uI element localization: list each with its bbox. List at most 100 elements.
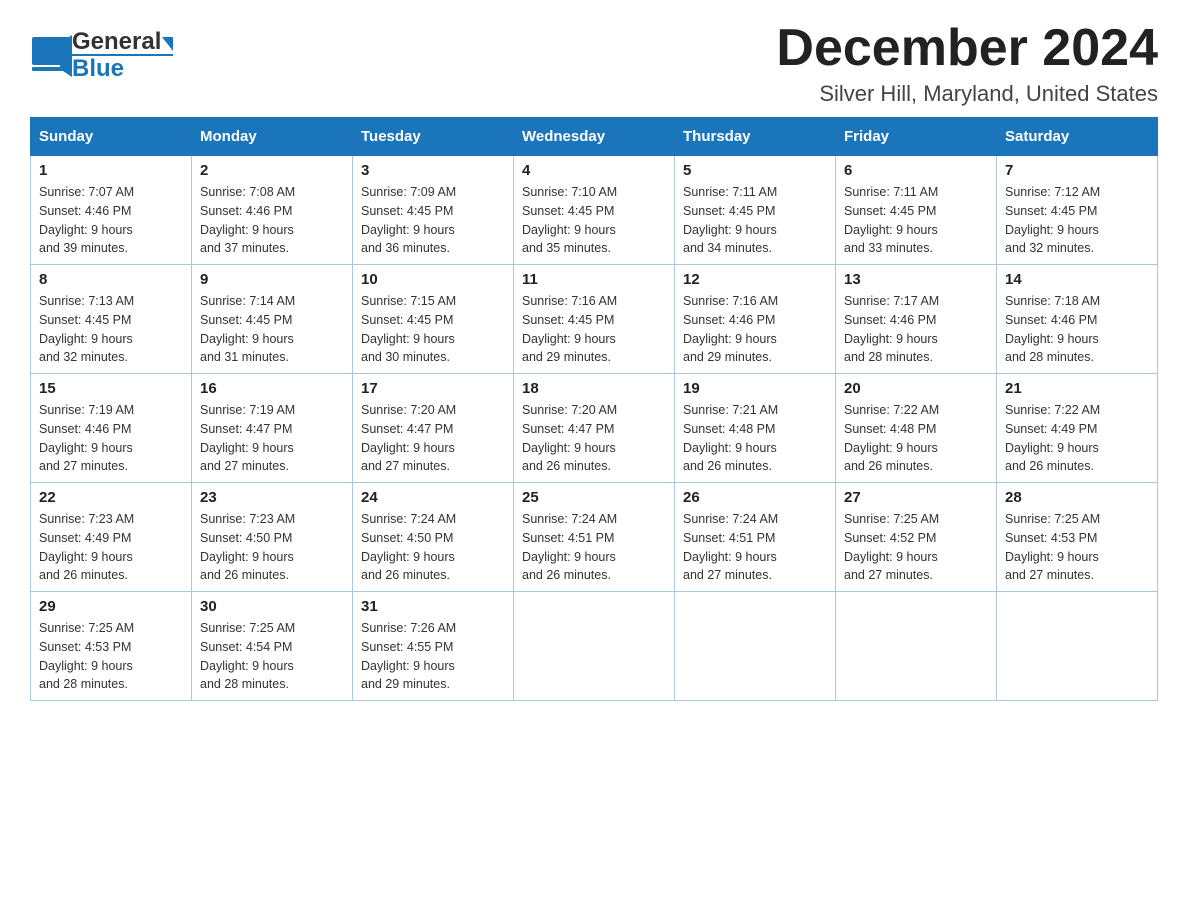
day-number: 27 <box>844 489 988 506</box>
day-info: Sunrise: 7:23 AM Sunset: 4:49 PM Dayligh… <box>39 510 183 585</box>
day-number: 29 <box>39 598 183 615</box>
day-info: Sunrise: 7:25 AM Sunset: 4:54 PM Dayligh… <box>200 619 344 694</box>
day-number: 2 <box>200 162 344 179</box>
day-number: 11 <box>522 271 666 288</box>
day-info: Sunrise: 7:25 AM Sunset: 4:53 PM Dayligh… <box>1005 510 1149 585</box>
day-number: 30 <box>200 598 344 615</box>
table-row: 23 Sunrise: 7:23 AM Sunset: 4:50 PM Dayl… <box>192 483 353 592</box>
day-number: 4 <box>522 162 666 179</box>
day-number: 6 <box>844 162 988 179</box>
table-row: 19 Sunrise: 7:21 AM Sunset: 4:48 PM Dayl… <box>675 374 836 483</box>
day-info: Sunrise: 7:14 AM Sunset: 4:45 PM Dayligh… <box>200 292 344 367</box>
day-number: 19 <box>683 380 827 397</box>
day-number: 21 <box>1005 380 1149 397</box>
day-info: Sunrise: 7:11 AM Sunset: 4:45 PM Dayligh… <box>844 183 988 258</box>
table-row: 11 Sunrise: 7:16 AM Sunset: 4:45 PM Dayl… <box>514 265 675 374</box>
logo-blue: Blue <box>72 54 173 81</box>
calendar-week-row: 15 Sunrise: 7:19 AM Sunset: 4:46 PM Dayl… <box>31 374 1158 483</box>
day-number: 5 <box>683 162 827 179</box>
day-number: 16 <box>200 380 344 397</box>
day-info: Sunrise: 7:15 AM Sunset: 4:45 PM Dayligh… <box>361 292 505 367</box>
day-number: 8 <box>39 271 183 288</box>
day-number: 26 <box>683 489 827 506</box>
table-row: 17 Sunrise: 7:20 AM Sunset: 4:47 PM Dayl… <box>353 374 514 483</box>
day-info: Sunrise: 7:16 AM Sunset: 4:45 PM Dayligh… <box>522 292 666 367</box>
calendar-week-row: 29 Sunrise: 7:25 AM Sunset: 4:53 PM Dayl… <box>31 592 1158 701</box>
logo-triangle <box>162 37 173 51</box>
day-info: Sunrise: 7:09 AM Sunset: 4:45 PM Dayligh… <box>361 183 505 258</box>
table-row: 2 Sunrise: 7:08 AM Sunset: 4:46 PM Dayli… <box>192 156 353 265</box>
day-number: 15 <box>39 380 183 397</box>
day-info: Sunrise: 7:20 AM Sunset: 4:47 PM Dayligh… <box>361 401 505 476</box>
day-info: Sunrise: 7:19 AM Sunset: 4:46 PM Dayligh… <box>39 401 183 476</box>
day-info: Sunrise: 7:20 AM Sunset: 4:47 PM Dayligh… <box>522 401 666 476</box>
header-sunday: Sunday <box>31 118 192 156</box>
table-row: 10 Sunrise: 7:15 AM Sunset: 4:45 PM Dayl… <box>353 265 514 374</box>
day-info: Sunrise: 7:23 AM Sunset: 4:50 PM Dayligh… <box>200 510 344 585</box>
day-number: 10 <box>361 271 505 288</box>
day-info: Sunrise: 7:19 AM Sunset: 4:47 PM Dayligh… <box>200 401 344 476</box>
table-row: 28 Sunrise: 7:25 AM Sunset: 4:53 PM Dayl… <box>997 483 1158 592</box>
table-row <box>514 592 675 701</box>
table-row: 15 Sunrise: 7:19 AM Sunset: 4:46 PM Dayl… <box>31 374 192 483</box>
day-info: Sunrise: 7:11 AM Sunset: 4:45 PM Dayligh… <box>683 183 827 258</box>
day-info: Sunrise: 7:10 AM Sunset: 4:45 PM Dayligh… <box>522 183 666 258</box>
table-row: 26 Sunrise: 7:24 AM Sunset: 4:51 PM Dayl… <box>675 483 836 592</box>
day-number: 18 <box>522 380 666 397</box>
day-info: Sunrise: 7:22 AM Sunset: 4:49 PM Dayligh… <box>1005 401 1149 476</box>
header-monday: Monday <box>192 118 353 156</box>
day-number: 13 <box>844 271 988 288</box>
table-row: 13 Sunrise: 7:17 AM Sunset: 4:46 PM Dayl… <box>836 265 997 374</box>
table-row: 29 Sunrise: 7:25 AM Sunset: 4:53 PM Dayl… <box>31 592 192 701</box>
day-info: Sunrise: 7:17 AM Sunset: 4:46 PM Dayligh… <box>844 292 988 367</box>
day-number: 20 <box>844 380 988 397</box>
day-info: Sunrise: 7:08 AM Sunset: 4:46 PM Dayligh… <box>200 183 344 258</box>
day-number: 25 <box>522 489 666 506</box>
table-row: 30 Sunrise: 7:25 AM Sunset: 4:54 PM Dayl… <box>192 592 353 701</box>
table-row: 20 Sunrise: 7:22 AM Sunset: 4:48 PM Dayl… <box>836 374 997 483</box>
day-info: Sunrise: 7:16 AM Sunset: 4:46 PM Dayligh… <box>683 292 827 367</box>
logo[interactable]: General Blue <box>30 30 173 81</box>
calendar-table: Sunday Monday Tuesday Wednesday Thursday… <box>30 117 1158 701</box>
day-info: Sunrise: 7:18 AM Sunset: 4:46 PM Dayligh… <box>1005 292 1149 367</box>
day-number: 12 <box>683 271 827 288</box>
day-number: 14 <box>1005 271 1149 288</box>
day-number: 22 <box>39 489 183 506</box>
day-info: Sunrise: 7:21 AM Sunset: 4:48 PM Dayligh… <box>683 401 827 476</box>
month-title: December 2024 <box>776 20 1158 77</box>
day-number: 23 <box>200 489 344 506</box>
table-row: 18 Sunrise: 7:20 AM Sunset: 4:47 PM Dayl… <box>514 374 675 483</box>
table-row: 9 Sunrise: 7:14 AM Sunset: 4:45 PM Dayli… <box>192 265 353 374</box>
table-row: 12 Sunrise: 7:16 AM Sunset: 4:46 PM Dayl… <box>675 265 836 374</box>
table-row: 21 Sunrise: 7:22 AM Sunset: 4:49 PM Dayl… <box>997 374 1158 483</box>
calendar-week-row: 1 Sunrise: 7:07 AM Sunset: 4:46 PM Dayli… <box>31 156 1158 265</box>
day-info: Sunrise: 7:13 AM Sunset: 4:45 PM Dayligh… <box>39 292 183 367</box>
day-number: 1 <box>39 162 183 179</box>
header-friday: Friday <box>836 118 997 156</box>
day-number: 17 <box>361 380 505 397</box>
table-row: 25 Sunrise: 7:24 AM Sunset: 4:51 PM Dayl… <box>514 483 675 592</box>
page-header: General Blue December 2024 Silver Hill, … <box>30 20 1158 107</box>
header-wednesday: Wednesday <box>514 118 675 156</box>
table-row <box>675 592 836 701</box>
calendar-week-row: 8 Sunrise: 7:13 AM Sunset: 4:45 PM Dayli… <box>31 265 1158 374</box>
day-info: Sunrise: 7:25 AM Sunset: 4:53 PM Dayligh… <box>39 619 183 694</box>
day-number: 9 <box>200 271 344 288</box>
table-row: 27 Sunrise: 7:25 AM Sunset: 4:52 PM Dayl… <box>836 483 997 592</box>
logo-general: General <box>72 28 161 55</box>
day-info: Sunrise: 7:24 AM Sunset: 4:50 PM Dayligh… <box>361 510 505 585</box>
table-row: 7 Sunrise: 7:12 AM Sunset: 4:45 PM Dayli… <box>997 156 1158 265</box>
header-tuesday: Tuesday <box>353 118 514 156</box>
day-info: Sunrise: 7:26 AM Sunset: 4:55 PM Dayligh… <box>361 619 505 694</box>
table-row: 6 Sunrise: 7:11 AM Sunset: 4:45 PM Dayli… <box>836 156 997 265</box>
day-info: Sunrise: 7:22 AM Sunset: 4:48 PM Dayligh… <box>844 401 988 476</box>
table-row: 5 Sunrise: 7:11 AM Sunset: 4:45 PM Dayli… <box>675 156 836 265</box>
day-info: Sunrise: 7:24 AM Sunset: 4:51 PM Dayligh… <box>522 510 666 585</box>
table-row: 1 Sunrise: 7:07 AM Sunset: 4:46 PM Dayli… <box>31 156 192 265</box>
calendar-week-row: 22 Sunrise: 7:23 AM Sunset: 4:49 PM Dayl… <box>31 483 1158 592</box>
logo-icon <box>30 35 72 77</box>
header-thursday: Thursday <box>675 118 836 156</box>
table-row: 31 Sunrise: 7:26 AM Sunset: 4:55 PM Dayl… <box>353 592 514 701</box>
day-info: Sunrise: 7:12 AM Sunset: 4:45 PM Dayligh… <box>1005 183 1149 258</box>
day-number: 7 <box>1005 162 1149 179</box>
